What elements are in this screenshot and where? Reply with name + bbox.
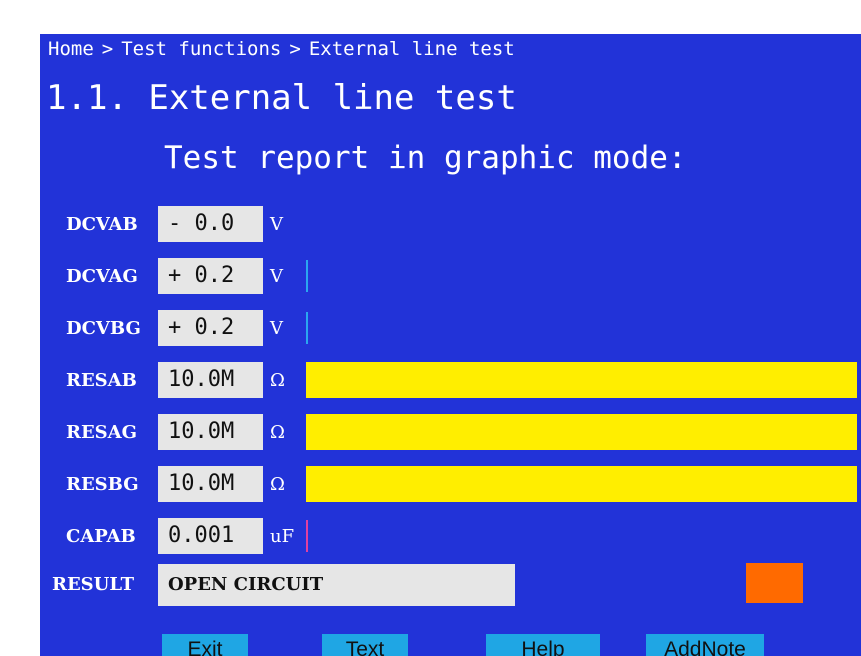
breadcrumb-separator-icon: > <box>289 38 301 60</box>
measurement-unit: V <box>270 318 283 339</box>
measurement-unit: Ω <box>270 474 285 495</box>
measurement-label: RESAB <box>66 370 137 391</box>
measurement-label: RESBG <box>66 474 139 495</box>
add-note-button[interactable]: AddNote <box>646 634 764 656</box>
measurement-row-resag: RESAG 10.0M Ω <box>40 414 861 450</box>
help-button[interactable]: Help <box>486 634 600 656</box>
report-subtitle: Test report in graphic mode: <box>164 140 687 176</box>
measurement-level-bar <box>306 466 857 502</box>
measurement-unit: Ω <box>270 422 285 443</box>
measurement-label: RESAG <box>66 422 138 443</box>
measurement-value: - 0.0 <box>158 206 263 242</box>
measurement-label: DCVBG <box>66 318 141 339</box>
measurement-label: CAPAB <box>66 526 136 547</box>
exit-button[interactable]: Exit <box>162 634 248 656</box>
measurement-level-bar <box>306 260 308 292</box>
measurement-value: + 0.2 <box>158 310 263 346</box>
text-button[interactable]: Text <box>322 634 408 656</box>
breadcrumb-home[interactable]: Home <box>48 38 94 60</box>
measurement-value: 10.0M <box>158 466 263 502</box>
measurement-value: 10.0M <box>158 362 263 398</box>
measurement-unit: Ω <box>270 370 285 391</box>
measurement-level-bar <box>306 362 857 398</box>
measurement-row-dcvbg: DCVBG + 0.2 V <box>40 310 861 346</box>
breadcrumb-test-functions[interactable]: Test functions <box>121 38 281 60</box>
measurement-row-capab: CAPAB 0.001 uF <box>40 518 861 554</box>
breadcrumb-current: External line test <box>308 38 515 60</box>
measurement-row-resbg: RESBG 10.0M Ω <box>40 466 861 502</box>
breadcrumb: Home > Test functions > External line test <box>48 38 515 60</box>
result-value: OPEN CIRCUIT <box>158 564 515 606</box>
measurement-level-bar <box>306 414 857 450</box>
test-screen: Home > Test functions > External line test 1… <box>40 34 861 656</box>
measurement-label: DCVAB <box>66 214 138 235</box>
measurement-value: 10.0M <box>158 414 263 450</box>
measurement-unit: V <box>270 266 283 287</box>
result-row: RESULT OPEN CIRCUIT <box>40 564 861 606</box>
measurement-row-dcvag: DCVAG + 0.2 V <box>40 258 861 294</box>
result-label: RESULT <box>52 574 134 595</box>
measurement-level-bar <box>306 520 308 552</box>
measurement-row-resab: RESAB 10.0M Ω <box>40 362 861 398</box>
measurement-row-dcvab: DCVAB - 0.0 V <box>40 206 861 242</box>
result-indicator <box>746 563 803 603</box>
measurement-unit: uF <box>270 526 295 547</box>
measurement-unit: V <box>270 214 283 235</box>
measurement-value: 0.001 <box>158 518 263 554</box>
breadcrumb-separator-icon: > <box>101 38 114 60</box>
page-title: 1.1. External line test <box>46 78 517 118</box>
measurement-value: + 0.2 <box>158 258 263 294</box>
measurement-label: DCVAG <box>66 266 138 287</box>
measurement-level-bar <box>306 312 308 344</box>
